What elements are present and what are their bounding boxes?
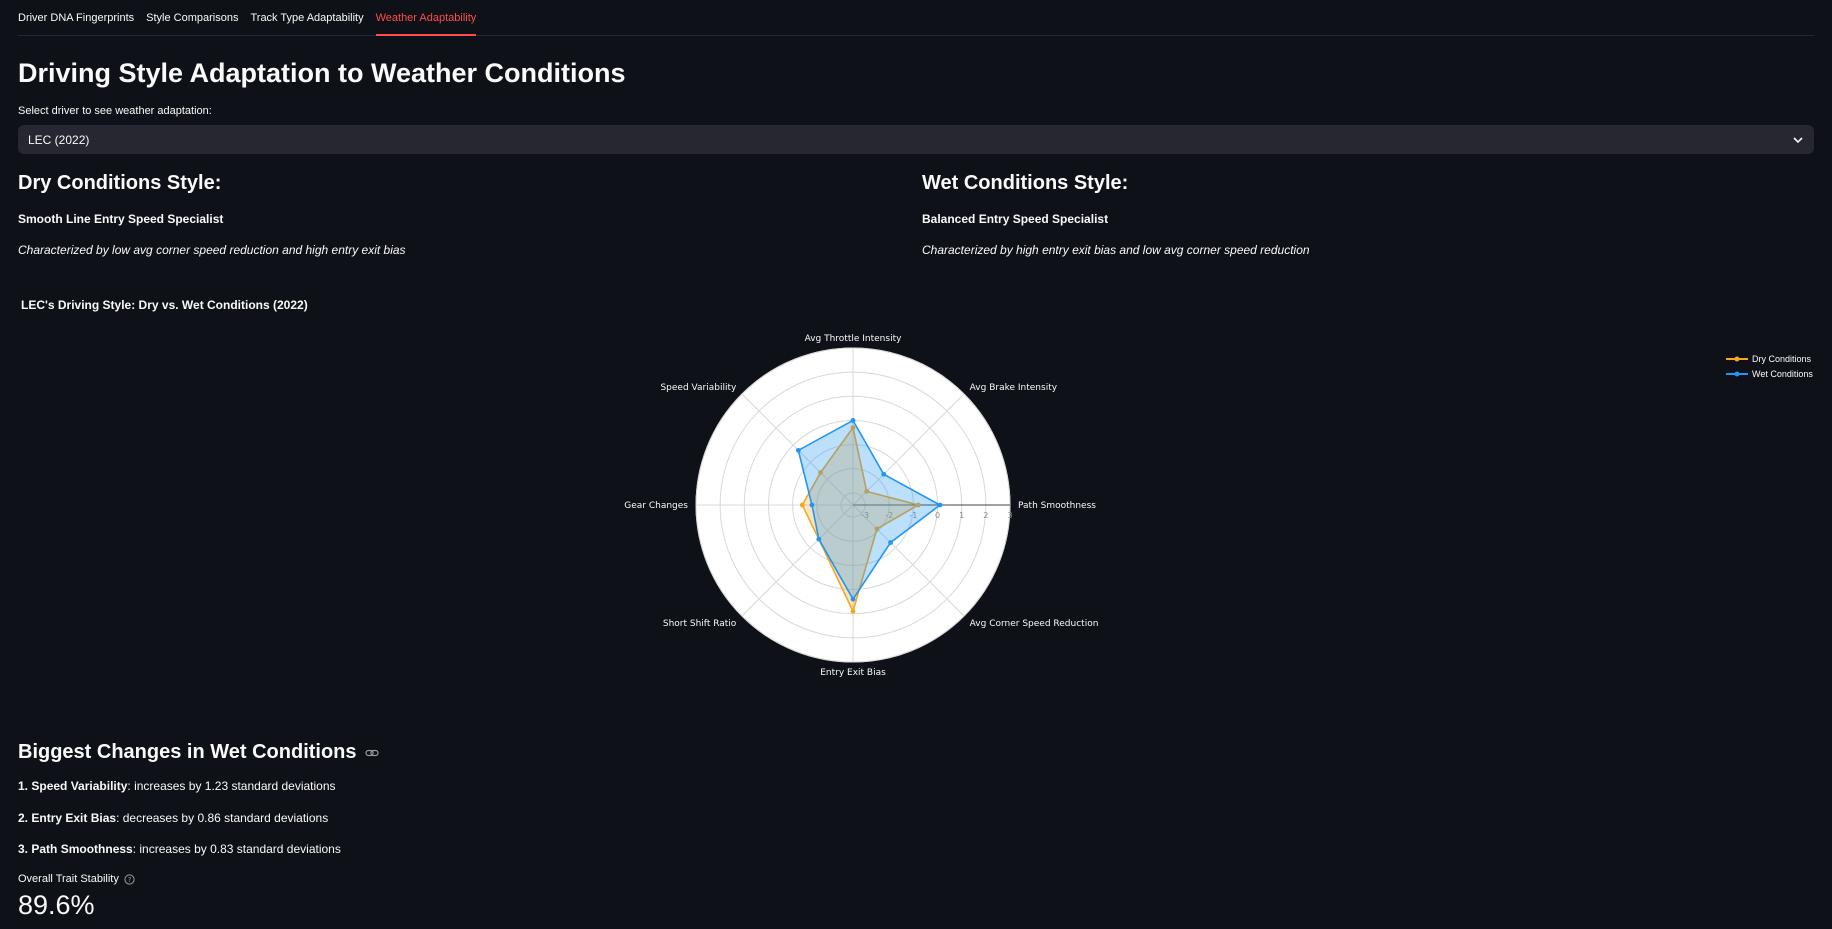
- radar-tick-label: 3: [1007, 511, 1012, 520]
- change-item: 2. Entry Exit Bias: decreases by 0.86 st…: [18, 811, 328, 825]
- dry-style-section: Dry Conditions Style: Smooth Line Entry …: [18, 172, 898, 257]
- radar-axis-label: Entry Exit Bias: [820, 668, 886, 678]
- link-icon[interactable]: [364, 748, 379, 758]
- radar-axis-label: Path Smoothness: [1018, 501, 1096, 511]
- stability-value: 89.6%: [18, 890, 95, 920]
- radar-data-point: [799, 502, 805, 508]
- tab-weather[interactable]: Weather Adaptability: [375, 0, 476, 36]
- chart-title: LEC's Driving Style: Dry vs. Wet Conditi…: [21, 298, 308, 312]
- change-text: : decreases by 0.86 standard deviations: [116, 811, 329, 825]
- legend-wet-swatch: [1726, 371, 1748, 376]
- radar-axis-label: Avg Throttle Intensity: [805, 334, 903, 344]
- radar-axis-label: Avg Corner Speed Reduction: [970, 619, 1099, 629]
- change-rank: 2.: [18, 811, 29, 825]
- tab-bar: Driver DNA Fingerprints Style Comparison…: [18, 0, 1814, 36]
- stability-label-row: Overall Trait Stability ?: [18, 873, 135, 885]
- tab-style-comparisons[interactable]: Style Comparisons: [146, 0, 238, 35]
- radar-axis-label: Speed Variability: [660, 383, 737, 393]
- change-text: : increases by 0.83 standard deviations: [132, 842, 341, 856]
- change-item: 3. Path Smoothness: increases by 0.83 st…: [18, 842, 341, 856]
- change-rank: 1.: [18, 779, 29, 793]
- dry-style-name: Smooth Line Entry Speed Specialist: [18, 212, 224, 226]
- radar-data-point: [937, 502, 943, 508]
- change-trait: Path Smoothness: [31, 842, 133, 856]
- radar-axis-label: Short Shift Ratio: [663, 619, 737, 629]
- dry-description: Characterized by low avg corner speed re…: [18, 243, 406, 257]
- svg-text:?: ?: [128, 876, 132, 884]
- tab-driver-dna[interactable]: Driver DNA Fingerprints: [18, 0, 134, 35]
- driver-select[interactable]: LEC (2022): [18, 125, 1814, 154]
- wet-style-name: Balanced Entry Speed Specialist: [922, 212, 1109, 226]
- legend-dry-label: Dry Conditions: [1752, 353, 1812, 364]
- chart-legend[interactable]: Dry Conditions Wet Conditions: [1726, 351, 1813, 381]
- radar-data-point: [888, 540, 893, 545]
- radar-axis-label: Gear Changes: [624, 501, 688, 511]
- radar-data-point: [850, 608, 856, 614]
- radar-data-point: [850, 418, 856, 423]
- radar-tick-label: 2: [983, 511, 988, 520]
- biggest-changes-heading: Biggest Changes in Wet Conditions: [18, 741, 379, 764]
- radar-data-point: [809, 502, 815, 508]
- driver-select-value: LEC (2022): [28, 132, 90, 147]
- legend-wet-label: Wet Conditions: [1752, 368, 1813, 379]
- stability-label: Overall Trait Stability: [18, 873, 119, 885]
- driver-select-label: Select driver to see weather adaptation:: [18, 105, 212, 117]
- chevron-down-icon: [1793, 136, 1803, 143]
- radar-chart: -3 -2 -1 0 1 2 3Avg Throttle IntensityAvg Brak…: [624, 334, 1099, 678]
- wet-heading: Wet Conditions Style:: [922, 172, 1129, 194]
- radar-tick-label: 0: [935, 511, 940, 520]
- biggest-changes-title: Biggest Changes in Wet Conditions: [18, 741, 357, 763]
- change-item: 1. Speed Variability: increases by 1.23 …: [18, 779, 336, 793]
- legend-item-wet[interactable]: Wet Conditions: [1726, 366, 1813, 381]
- change-text: : increases by 1.23 standard deviations: [127, 779, 336, 793]
- radar-axis-label: Avg Brake Intensity: [970, 383, 1058, 393]
- change-trait: Speed Variability: [31, 779, 128, 793]
- radar-data-point: [795, 447, 801, 453]
- dry-heading: Dry Conditions Style:: [18, 172, 222, 194]
- legend-dry-swatch: [1726, 356, 1748, 361]
- tab-track-type[interactable]: Track Type Adaptability: [250, 0, 363, 35]
- change-rank: 3.: [18, 842, 29, 856]
- radar-data-point: [881, 471, 887, 477]
- page-title: Driving Style Adaptation to Weather Cond…: [18, 58, 626, 88]
- change-trait: Entry Exit Bias: [31, 811, 117, 825]
- radar-tick-label: 1: [959, 511, 964, 520]
- wet-style-section: Wet Conditions Style: Balanced Entry Spe…: [922, 172, 1802, 257]
- radar-data-point: [816, 536, 822, 542]
- wet-description: Characterized by high entry exit bias an…: [922, 243, 1310, 257]
- radar-data-point: [850, 596, 856, 602]
- legend-item-dry[interactable]: Dry Conditions: [1726, 351, 1813, 366]
- help-icon[interactable]: ?: [124, 873, 135, 885]
